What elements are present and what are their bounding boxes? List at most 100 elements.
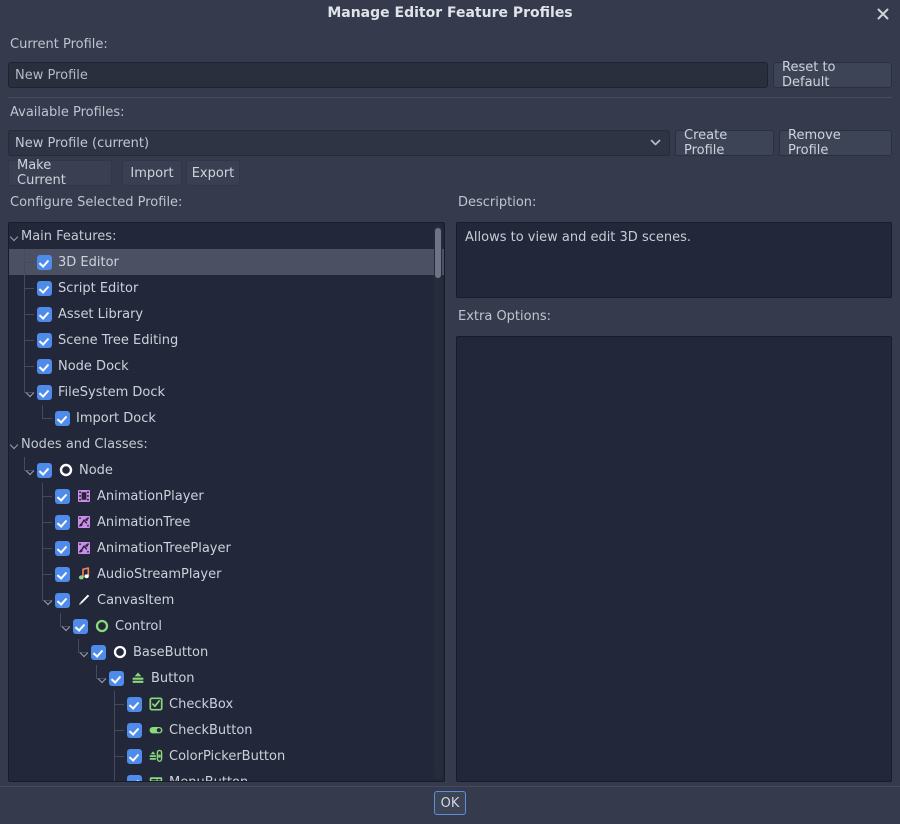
- tree-row-label: CheckButton: [169, 723, 253, 738]
- reset-to-default-button[interactable]: Reset to Default: [773, 62, 892, 88]
- tree-row[interactable]: Main Features:: [9, 223, 444, 249]
- tree-row-label: MenuButton: [169, 775, 248, 782]
- profile-select[interactable]: New Profile (current): [8, 130, 670, 156]
- tree-row[interactable]: 3D Editor: [9, 249, 444, 275]
- chevron-down-icon[interactable]: [79, 639, 91, 665]
- chevron-down-icon[interactable]: [9, 223, 21, 249]
- tree-row-checkbox[interactable]: [37, 359, 52, 374]
- checkbox-icon: [148, 696, 164, 712]
- make-current-button[interactable]: Make Current: [8, 160, 112, 186]
- check-button-icon: [148, 722, 164, 738]
- tree-row-label: FileSystem Dock: [58, 385, 165, 400]
- tree-scrollbar[interactable]: [434, 225, 442, 779]
- tree-row-checkbox[interactable]: [127, 697, 142, 712]
- color-picker-icon: [148, 748, 164, 764]
- tree-row-checkbox[interactable]: [55, 541, 70, 556]
- tree-row-checkbox[interactable]: [55, 567, 70, 582]
- tree-row-checkbox[interactable]: [55, 515, 70, 530]
- current-profile-field[interactable]: New Profile: [8, 62, 768, 88]
- section-separator: [8, 97, 892, 98]
- import-button[interactable]: Import: [122, 160, 182, 186]
- tree-row-checkbox[interactable]: [127, 749, 142, 764]
- available-profiles-label: Available Profiles:: [10, 105, 125, 120]
- tree-row-checkbox[interactable]: [55, 593, 70, 608]
- tree-row-label: AnimationTreePlayer: [97, 541, 231, 556]
- tree-row-checkbox[interactable]: [127, 775, 142, 782]
- tree-row-checkbox[interactable]: [37, 307, 52, 322]
- tree-row[interactable]: BaseButton: [9, 639, 444, 665]
- tree-row-label: Nodes and Classes:: [21, 437, 148, 452]
- tree-row-checkbox[interactable]: [127, 723, 142, 738]
- tree-row-checkbox[interactable]: [37, 385, 52, 400]
- chevron-down-icon[interactable]: [25, 457, 37, 483]
- tree-row[interactable]: Nodes and Classes:: [9, 431, 444, 457]
- chevron-down-icon[interactable]: [43, 587, 55, 613]
- tree-row[interactable]: Scene Tree Editing: [9, 327, 444, 353]
- create-profile-button[interactable]: Create Profile: [675, 130, 774, 156]
- tree-row[interactable]: MenuButton: [9, 769, 444, 781]
- tree-row[interactable]: Node: [9, 457, 444, 483]
- tree-row[interactable]: AudioStreamPlayer: [9, 561, 444, 587]
- tree-row-checkbox[interactable]: [37, 333, 52, 348]
- tree-row-label: Asset Library: [58, 307, 143, 322]
- footer-separator: [0, 786, 900, 787]
- tree-row-checkbox[interactable]: [73, 619, 88, 634]
- description-panel: Allows to view and edit 3D scenes.: [456, 222, 892, 298]
- description-text: Allows to view and edit 3D scenes.: [457, 223, 891, 253]
- tree-row[interactable]: CheckButton: [9, 717, 444, 743]
- chevron-down-icon[interactable]: [25, 379, 37, 405]
- tree-row-checkbox[interactable]: [37, 281, 52, 296]
- tree-row-label: CanvasItem: [97, 593, 174, 608]
- description-label: Description:: [458, 195, 536, 210]
- tree-row[interactable]: AnimationTree: [9, 509, 444, 535]
- animation-tree-icon: [76, 540, 92, 556]
- tree-row-label: CheckBox: [169, 697, 233, 712]
- tree-row-checkbox[interactable]: [55, 489, 70, 504]
- chevron-down-icon[interactable]: [97, 665, 109, 691]
- profile-select-value: New Profile (current): [15, 136, 149, 151]
- tree-row-label: Control: [115, 619, 162, 634]
- tree-row-label: Scene Tree Editing: [58, 333, 178, 348]
- chevron-down-icon[interactable]: [9, 431, 21, 457]
- tree-row-checkbox[interactable]: [109, 671, 124, 686]
- tree-scrollbar-thumb[interactable]: [435, 228, 441, 278]
- ok-button[interactable]: OK: [434, 791, 466, 815]
- configure-profile-label: Configure Selected Profile:: [10, 195, 182, 210]
- tree-row-checkbox[interactable]: [91, 645, 106, 660]
- chevron-down-icon[interactable]: [61, 613, 73, 639]
- tree-row-label: Import Dock: [76, 411, 156, 426]
- tree-row-label: Main Features:: [21, 229, 116, 244]
- tree-row-checkbox[interactable]: [37, 463, 52, 478]
- feature-tree-panel: Main Features: 3D Editor Script Editor Asse…: [8, 222, 445, 782]
- tree-row[interactable]: CanvasItem: [9, 587, 444, 613]
- tree-row[interactable]: Script Editor: [9, 275, 444, 301]
- feature-tree[interactable]: Main Features: 3D Editor Script Editor Asse…: [9, 223, 444, 781]
- tree-row-label: Script Editor: [58, 281, 138, 296]
- tree-row-checkbox[interactable]: [37, 255, 52, 270]
- tree-row[interactable]: Button: [9, 665, 444, 691]
- control-icon: [94, 618, 110, 634]
- chevron-down-icon: [650, 136, 661, 151]
- tree-row[interactable]: CheckBox: [9, 691, 444, 717]
- tree-row[interactable]: Node Dock: [9, 353, 444, 379]
- menu-button-icon: [148, 774, 164, 781]
- tree-row[interactable]: Import Dock: [9, 405, 444, 431]
- extra-options-content: [457, 337, 891, 349]
- remove-profile-button[interactable]: Remove Profile: [779, 130, 892, 156]
- tree-row-checkbox[interactable]: [55, 411, 70, 426]
- tree-row[interactable]: Control: [9, 613, 444, 639]
- export-button[interactable]: Export: [186, 160, 240, 186]
- canvas-item-icon: [76, 592, 92, 608]
- tree-row-label: ColorPickerButton: [169, 749, 285, 764]
- tree-row[interactable]: AnimationPlayer: [9, 483, 444, 509]
- tree-row[interactable]: AnimationTreePlayer: [9, 535, 444, 561]
- audio-stream-icon: [76, 566, 92, 582]
- tree-row-label: AudioStreamPlayer: [97, 567, 221, 582]
- close-icon[interactable]: [872, 3, 894, 25]
- tree-row-label: 3D Editor: [58, 255, 119, 270]
- tree-row[interactable]: Asset Library: [9, 301, 444, 327]
- tree-row[interactable]: FileSystem Dock: [9, 379, 444, 405]
- extra-options-panel[interactable]: [456, 336, 892, 782]
- tree-row[interactable]: ColorPickerButton: [9, 743, 444, 769]
- window-title: Manage Editor Feature Profiles: [0, 5, 900, 21]
